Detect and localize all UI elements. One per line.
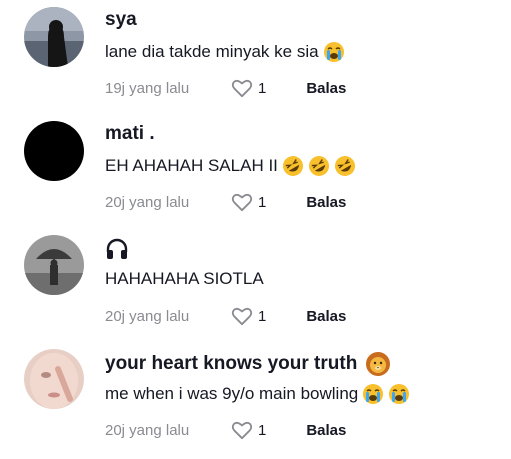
reply-button[interactable]: Balas [306,308,346,325]
loudly-crying-face-icon [388,383,410,405]
comment-text: HAHAHAHA SIOTLA [105,269,264,289]
comment-meta: 20j yang lalu 1 Balas [105,419,346,441]
username-text: your heart knows your truth [105,353,358,374]
username[interactable]: sya [105,9,137,31]
like-button[interactable]: 1 [231,420,266,440]
rolling-laughing-face-icon [308,155,330,177]
comment-text: lane dia takde minyak ke sia [105,41,345,63]
comment-text: me when i was 9y/o main bowling [105,383,410,405]
like-count: 1 [258,193,267,211]
lion-face-icon [365,351,391,377]
timestamp: 20j yang lalu [105,421,190,439]
heart-icon [231,193,253,212]
comment-item: sya lane dia takde minyak ke sia 19j yan… [0,7,511,117]
like-button[interactable]: 1 [231,192,266,212]
comment-meta: 19j yang lalu 1 Balas [105,77,346,99]
timestamp: 20j yang lalu [105,193,190,211]
rolling-laughing-face-icon [282,155,304,177]
avatar[interactable] [24,235,84,295]
avatar-image [24,7,84,67]
username[interactable]: your heart knows your truth [105,351,391,377]
like-count: 1 [258,307,267,325]
avatar[interactable] [24,121,84,181]
loudly-crying-face-icon [323,41,345,63]
username[interactable] [105,237,129,261]
headphone-icon [105,237,129,261]
reply-button[interactable]: Balas [306,422,346,439]
avatar-image [24,235,84,295]
heart-icon [231,79,253,98]
comment-text-content: EH AHAHAH SALAH II [105,156,278,175]
timestamp: 20j yang lalu [105,307,190,325]
comment-text-content: lane dia takde minyak ke sia [105,42,319,61]
comment-item: your heart knows your truth me when i wa… [0,349,511,459]
like-button[interactable]: 1 [231,306,266,326]
comment-text: EH AHAHAH SALAH II [105,155,356,177]
heart-icon [231,307,253,326]
avatar[interactable] [24,349,84,409]
comment-meta: 20j yang lalu 1 Balas [105,191,346,213]
comment-item: HAHAHAHA SIOTLA 20j yang lalu 1 Balas [0,235,511,345]
like-button[interactable]: 1 [231,78,266,98]
rolling-laughing-face-icon [334,155,356,177]
avatar[interactable] [24,7,84,67]
avatar-image [24,349,84,409]
loudly-crying-face-icon [362,383,384,405]
comment-meta: 20j yang lalu 1 Balas [105,305,346,327]
comment-item: mati . EH AHAHAH SALAH II 20j yang lalu … [0,121,511,231]
timestamp: 19j yang lalu [105,79,190,97]
avatar-image [24,121,84,181]
comment-text-content: HAHAHAHA SIOTLA [105,269,264,288]
reply-button[interactable]: Balas [306,194,346,211]
like-count: 1 [258,421,267,439]
like-count: 1 [258,79,267,97]
reply-button[interactable]: Balas [306,80,346,97]
heart-icon [231,421,253,440]
username[interactable]: mati . [105,123,155,145]
comment-text-content: me when i was 9y/o main bowling [105,384,359,403]
